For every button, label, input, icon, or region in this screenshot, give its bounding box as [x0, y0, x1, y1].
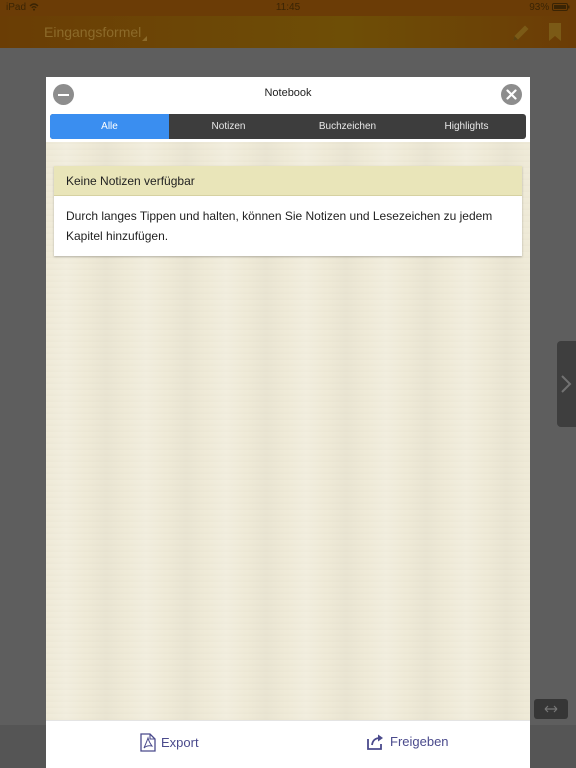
modal-title: Notebook — [264, 87, 312, 99]
status-time: 11:45 — [275, 2, 301, 13]
share-icon — [367, 734, 383, 750]
close-button[interactable] — [501, 84, 522, 105]
chapter-title[interactable]: Eingangsformel — [44, 24, 141, 40]
resize-icon — [544, 705, 558, 713]
modal-footer: Export Freigeben — [46, 720, 530, 768]
resize-button[interactable] — [534, 699, 568, 719]
next-chapter-tab[interactable] — [557, 341, 576, 427]
status-bar: iPad 11:45 93% — [0, 0, 576, 16]
share-label: Freigeben — [390, 734, 449, 749]
close-icon — [506, 89, 517, 100]
app-header: Eingangsformel — [0, 16, 576, 48]
pencil-icon[interactable] — [510, 22, 532, 44]
notebook-modal: Notebook Alle Notizen Buchzeichen Highli… — [46, 77, 530, 768]
share-button[interactable]: Freigeben — [366, 733, 449, 750]
battery-label: 93% — [529, 2, 570, 13]
export-button[interactable]: Export — [140, 733, 199, 752]
export-label: Export — [161, 735, 199, 750]
chevron-right-icon — [561, 375, 572, 393]
pdf-icon — [140, 733, 156, 752]
notebook-tabs: Alle Notizen Buchzeichen Highlights — [50, 114, 526, 139]
empty-notes-card: Keine Notizen verfügbar Durch langes Tip… — [54, 166, 522, 256]
tab-all[interactable]: Alle — [50, 114, 169, 139]
battery-icon — [552, 3, 570, 12]
tab-highlights[interactable]: Highlights — [407, 114, 526, 139]
empty-notes-heading: Keine Notizen verfügbar — [54, 166, 522, 196]
tab-bookmarks[interactable]: Buchzeichen — [288, 114, 407, 139]
tab-notes[interactable]: Notizen — [169, 114, 288, 139]
bookmark-icon[interactable] — [548, 22, 562, 42]
title-dropdown-indicator — [142, 36, 147, 41]
modal-header: Notebook Alle Notizen Buchzeichen Highli… — [46, 77, 530, 142]
empty-notes-message: Durch langes Tippen und halten, können S… — [66, 209, 493, 243]
